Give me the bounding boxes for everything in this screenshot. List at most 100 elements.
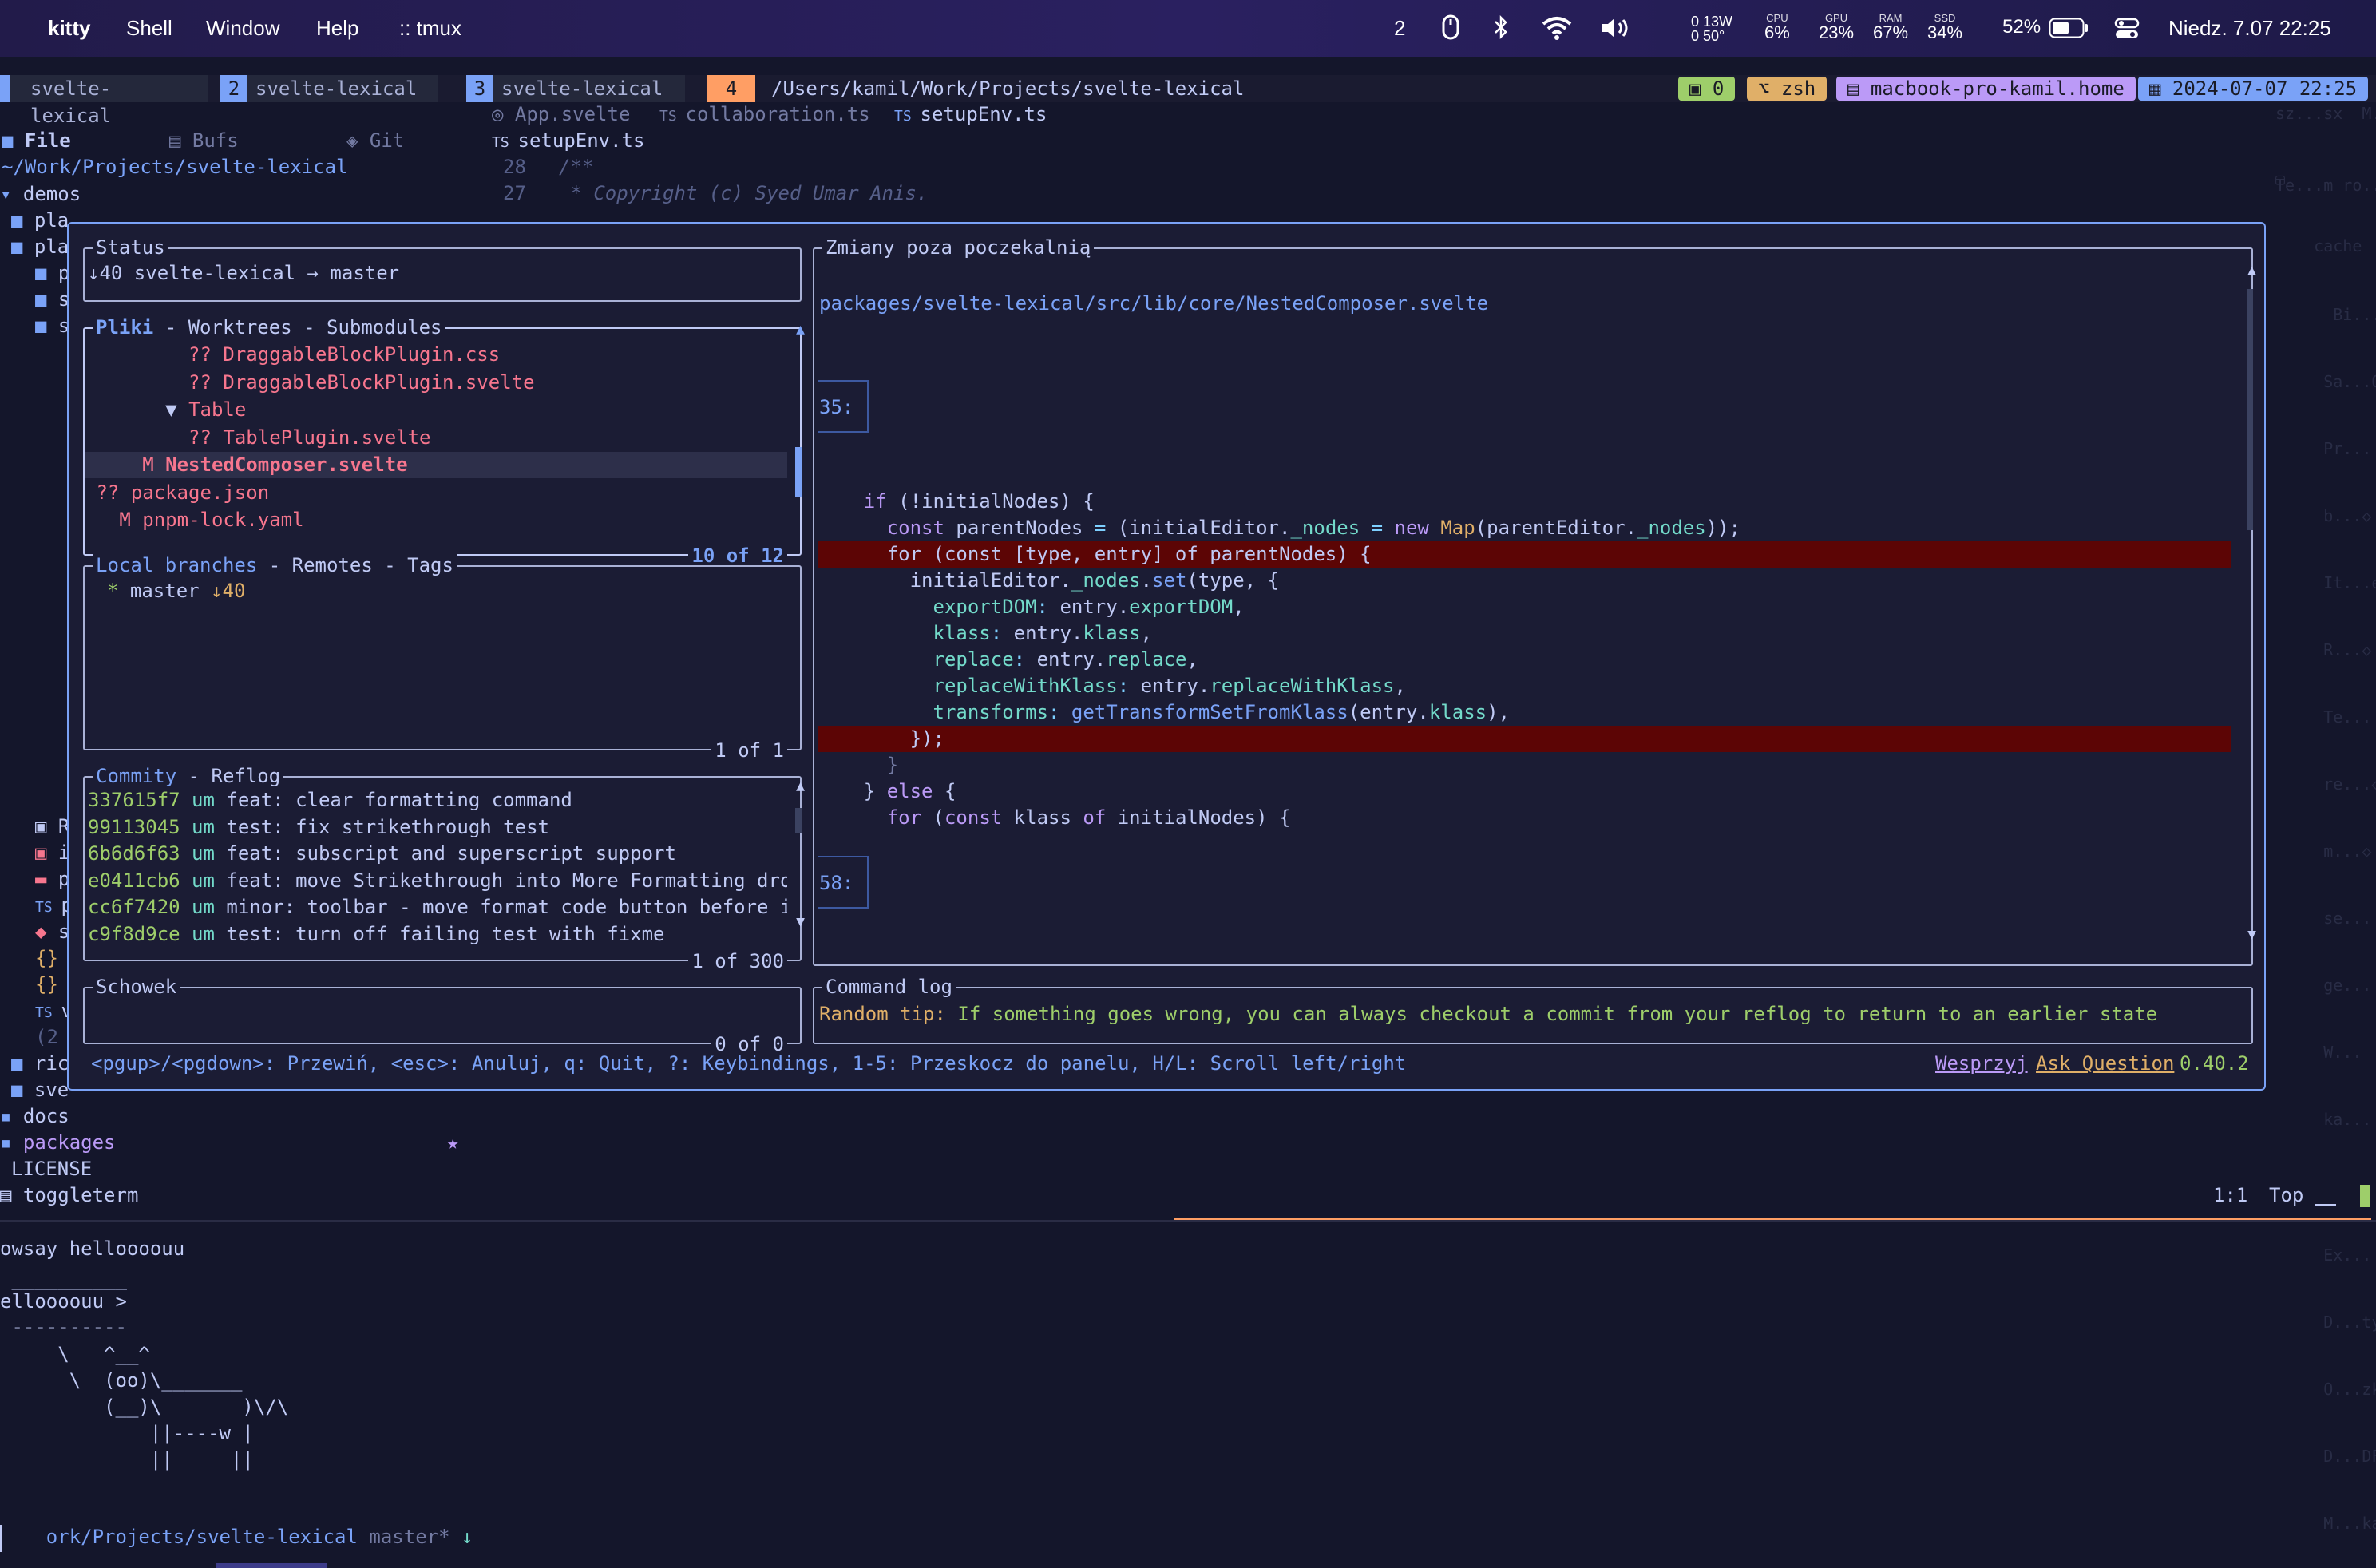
donate-link[interactable]: Wesprzyj <box>1935 1051 2028 1077</box>
tree-item[interactable]: ■ s <box>35 313 69 339</box>
panel-title: Local branches - Remotes - Tags <box>93 553 457 577</box>
tree-item[interactable]: ▬ p <box>35 866 69 893</box>
file-name: DraggableBlockPlugin.svelte <box>223 370 535 394</box>
folder-icon: ▪ <box>0 1105 23 1127</box>
tmux-window-2[interactable]: 2 svelte-lexical <box>220 75 438 102</box>
diff-line: if (!initialNodes) { <box>863 490 1095 513</box>
file-row[interactable]: M pnpm-lock.yaml <box>85 507 787 533</box>
sidebar-tab-bufs[interactable]: ▤ Bufs <box>169 128 239 154</box>
file-row[interactable]: ?? DraggableBlockPlugin.svelte <box>85 370 787 396</box>
control-center-icon[interactable] <box>2114 16 2140 47</box>
file-row[interactable]: ▼ Table <box>85 397 787 423</box>
menu-tmux[interactable]: :: tmux <box>399 16 461 41</box>
tree-item[interactable]: ▤ toggleterm <box>0 1182 138 1209</box>
tmux-window-1[interactable]: svelte-lexical <box>0 75 208 127</box>
file-row[interactable]: M NestedComposer.svelte <box>85 452 787 478</box>
status-line: ↓40 svelte-lexical → master <box>88 262 400 284</box>
scroll-up-arrow[interactable]: ▲ <box>2247 262 2256 279</box>
diff-scrollbar[interactable] <box>2247 289 2253 530</box>
commit-row[interactable]: cc6f7420 um minor: toolbar - move format… <box>88 894 787 921</box>
scroll-down-arrow[interactable]: ▼ <box>796 913 805 930</box>
svelte-icon: ◆ <box>35 921 58 943</box>
tree-item[interactable]: ■ sve <box>11 1077 69 1103</box>
bluetooth-icon[interactable] <box>1493 14 1509 46</box>
buffer-tab[interactable]: TS setupEnv.ts <box>894 101 1047 128</box>
battery-icon[interactable] <box>2049 18 2089 44</box>
buffer-tab[interactable]: ◎ App.svelte <box>492 101 630 128</box>
branches-panel[interactable]: Local branches - Remotes - Tags * master… <box>83 553 802 762</box>
menu-window[interactable]: Window <box>206 16 279 41</box>
branch-row[interactable]: * master ↓40 <box>107 578 245 604</box>
tmux-window-number: 3 <box>466 75 493 102</box>
scroll-up-arrow[interactable]: ▲ <box>796 321 805 338</box>
commit-row[interactable]: 99113045 um test: fix strikethrough test <box>88 814 549 841</box>
tmux-window-3[interactable]: 3 svelte-lexical <box>466 75 685 102</box>
tree-item[interactable]: ▣ R <box>35 814 69 840</box>
file-status: M <box>142 453 166 476</box>
stash-panel[interactable]: Schowek 0 of 0 <box>83 975 802 1056</box>
status-panel[interactable]: Status ↓40 svelte-lexical → master <box>83 236 802 302</box>
file-name: DraggableBlockPlugin.css <box>223 343 501 366</box>
commit-sha: 99113045 <box>88 815 180 838</box>
diff-panel[interactable]: Zmiany poza poczekalnią packages/svelte-… <box>813 236 2256 966</box>
commits-panel[interactable]: Commity - Reflog 337615f7 um feat: clear… <box>83 764 805 973</box>
commit-row[interactable]: c9f8d9ce um test: turn off failing test … <box>88 921 664 948</box>
commit-row[interactable]: 337615f7 um feat: clear formatting comma… <box>88 787 572 814</box>
file-row[interactable]: ?? package.json <box>85 480 787 506</box>
wifi-icon[interactable] <box>1541 16 1573 46</box>
tmux-window-name: svelte-lexical <box>30 77 112 127</box>
tree-item[interactable]: ▪ docs <box>0 1103 69 1130</box>
tmux-window-4[interactable]: 4 /Users/kamil/Work/Projects/svelte-lexi… <box>707 75 1282 102</box>
tree-item[interactable]: ▪ packages <box>0 1130 116 1156</box>
tree-item[interactable]: ■ p <box>35 260 69 287</box>
files-panel[interactable]: Pliki - Worktrees - Submodules ?? Dragga… <box>83 315 805 568</box>
tree-item[interactable]: ◆ s <box>35 919 69 945</box>
file-icon: ▤ <box>0 1184 23 1206</box>
hunk-header: 35: <box>818 380 869 433</box>
scroll-down-arrow[interactable]: ▼ <box>2247 926 2256 943</box>
commit-row[interactable]: e0411cb6 um feat: move Strikethrough int… <box>88 868 787 894</box>
file-row[interactable]: ?? DraggableBlockPlugin.css <box>85 342 787 368</box>
menu-bar: kitty Shell Window Help :: tmux 2 0 13W … <box>0 0 2376 57</box>
tree-item[interactable]: ■ pla <box>11 208 69 234</box>
file-row[interactable]: ?? TablePlugin.svelte <box>85 425 787 451</box>
tree-item[interactable]: LICENSE <box>11 1156 92 1182</box>
tree-hidden-count: (2 <box>35 1026 58 1048</box>
scroll-up-arrow[interactable]: ▲ <box>796 778 805 794</box>
tree-item[interactable]: ▣ i <box>35 840 69 866</box>
diff-line: for (const klass of initialNodes) { <box>886 806 1291 829</box>
buffer-tab[interactable]: TS collaboration.ts <box>659 101 870 128</box>
battery-percent[interactable]: 52% <box>2002 16 2041 38</box>
panel-title: Zmiany poza poczekalnią <box>822 236 1095 259</box>
tree-item[interactable]: ■ ric <box>11 1051 69 1077</box>
menu-help[interactable]: Help <box>316 16 358 41</box>
sidebar-tab-git[interactable]: ◈ Git <box>346 128 404 154</box>
command-log-panel[interactable]: Command log Random tip: If something goe… <box>813 975 2253 1044</box>
tree-item[interactable]: ■ pla <box>11 234 69 260</box>
tree-item[interactable]: ■ s <box>35 287 69 313</box>
tree-item[interactable]: ▾ demos <box>0 181 81 208</box>
menu-shell[interactable]: Shell <box>126 16 172 41</box>
panel-footer: 1 of 1 <box>711 738 787 762</box>
shell-prompt[interactable]: ork/Projects/svelte-lexical master* ↓ <box>0 1498 473 1548</box>
file-name: NestedComposer.svelte <box>165 453 408 476</box>
mouse-icon[interactable] <box>1442 14 1459 46</box>
clock[interactable]: Niedz. 7.07 22:25 <box>2168 16 2331 41</box>
version-label: 0.40.2 <box>2180 1052 2249 1075</box>
volume-icon[interactable] <box>1600 16 1632 46</box>
commit-sha: cc6f7420 <box>88 896 180 918</box>
files-scrollbar[interactable] <box>795 447 802 497</box>
cow-line: || || <box>0 1448 254 1471</box>
commit-row[interactable]: 6b6d6f63 um feat: subscript and superscr… <box>88 841 676 867</box>
commit-author: um <box>180 922 227 945</box>
sidebar-tab-file[interactable]: ■ File <box>2 128 71 154</box>
typescript-icon: TS <box>35 899 61 916</box>
workspace-indicator[interactable]: 2 <box>1394 16 1405 41</box>
commits-scrollbar[interactable] <box>795 808 802 833</box>
json-icon: {} <box>35 947 70 969</box>
ask-question-link[interactable]: Ask Question <box>2036 1051 2174 1077</box>
shell-icon: ⌥ <box>1758 77 1781 100</box>
diff-file-path: packages/svelte-lexical/src/lib/core/Nes… <box>819 292 1489 315</box>
line-number: 27 <box>503 182 526 204</box>
app-menu[interactable]: kitty <box>48 16 90 41</box>
